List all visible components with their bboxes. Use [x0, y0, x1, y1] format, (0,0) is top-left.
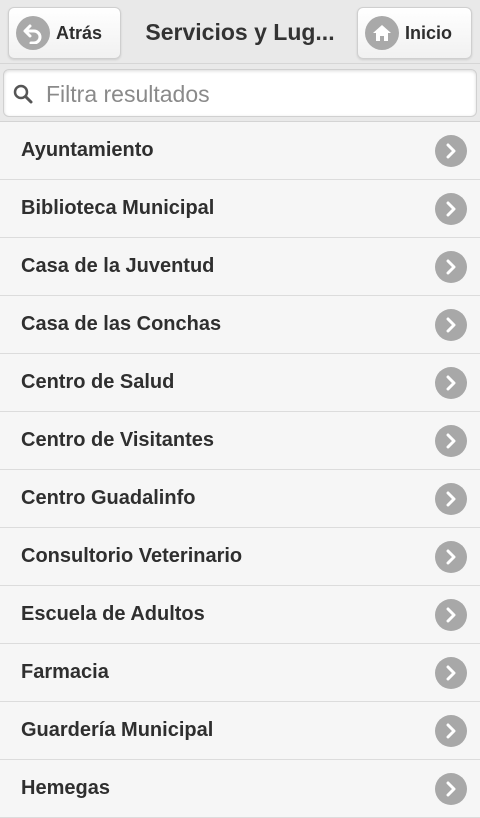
list-item[interactable]: Centro Guadalinfo: [0, 470, 480, 528]
list-item-label: Centro Guadalinfo: [21, 487, 196, 509]
list-item-label: Consultorio Veterinario: [21, 545, 243, 567]
search-box[interactable]: [3, 69, 477, 117]
list-item[interactable]: Biblioteca Municipal: [0, 180, 480, 238]
list-item[interactable]: Farmacia: [0, 644, 480, 702]
back-arrow-icon: [16, 16, 50, 50]
list-item[interactable]: Ayuntamiento: [0, 122, 480, 180]
chevron-right-icon: [435, 251, 467, 283]
services-list: Ayuntamiento Biblioteca Municipal Casa d…: [0, 122, 480, 818]
search-input[interactable]: [44, 76, 468, 112]
home-button[interactable]: Inicio: [357, 7, 472, 59]
list-item[interactable]: Casa de las Conchas: [0, 296, 480, 354]
search-bar: [0, 64, 480, 122]
chevron-right-icon: [435, 483, 467, 515]
list-item-label: Farmacia: [21, 661, 109, 683]
chevron-right-icon: [435, 193, 467, 225]
home-icon: [365, 16, 399, 50]
chevron-right-icon: [435, 541, 467, 573]
chevron-right-icon: [435, 135, 467, 167]
list-item-label: Casa de la Juventud: [21, 255, 215, 277]
list-item-label: Ayuntamiento: [21, 139, 154, 161]
chevron-right-icon: [435, 773, 467, 805]
list-item-label: Hemegas: [21, 777, 110, 799]
list-item-label: Escuela de Adultos: [21, 603, 205, 625]
chevron-right-icon: [435, 425, 467, 457]
chevron-right-icon: [435, 657, 467, 689]
back-button[interactable]: Atrás: [8, 7, 121, 59]
chevron-right-icon: [435, 599, 467, 631]
list-item[interactable]: Hemegas: [0, 760, 480, 818]
chevron-right-icon: [435, 309, 467, 341]
list-item-label: Centro de Salud: [21, 371, 175, 393]
page-title: Servicios y Lug...: [145, 19, 335, 45]
list-item[interactable]: Casa de la Juventud: [0, 238, 480, 296]
list-item[interactable]: Guardería Municipal: [0, 702, 480, 760]
chevron-right-icon: [435, 367, 467, 399]
list-item-label: Biblioteca Municipal: [21, 197, 215, 219]
list-item[interactable]: Centro de Salud: [0, 354, 480, 412]
header-bar: Atrás Servicios y Lug... Inicio: [0, 0, 480, 64]
list-item[interactable]: Consultorio Veterinario: [0, 528, 480, 586]
home-button-label: Inicio: [405, 22, 453, 43]
back-button-label: Atrás: [56, 22, 103, 43]
list-item-label: Casa de las Conchas: [21, 313, 222, 335]
chevron-right-icon: [435, 715, 467, 747]
list-item-label: Guardería Municipal: [21, 719, 214, 741]
list-item[interactable]: Escuela de Adultos: [0, 586, 480, 644]
search-icon: [12, 83, 34, 110]
list-item-label: Centro de Visitantes: [21, 429, 215, 451]
list-item[interactable]: Centro de Visitantes: [0, 412, 480, 470]
